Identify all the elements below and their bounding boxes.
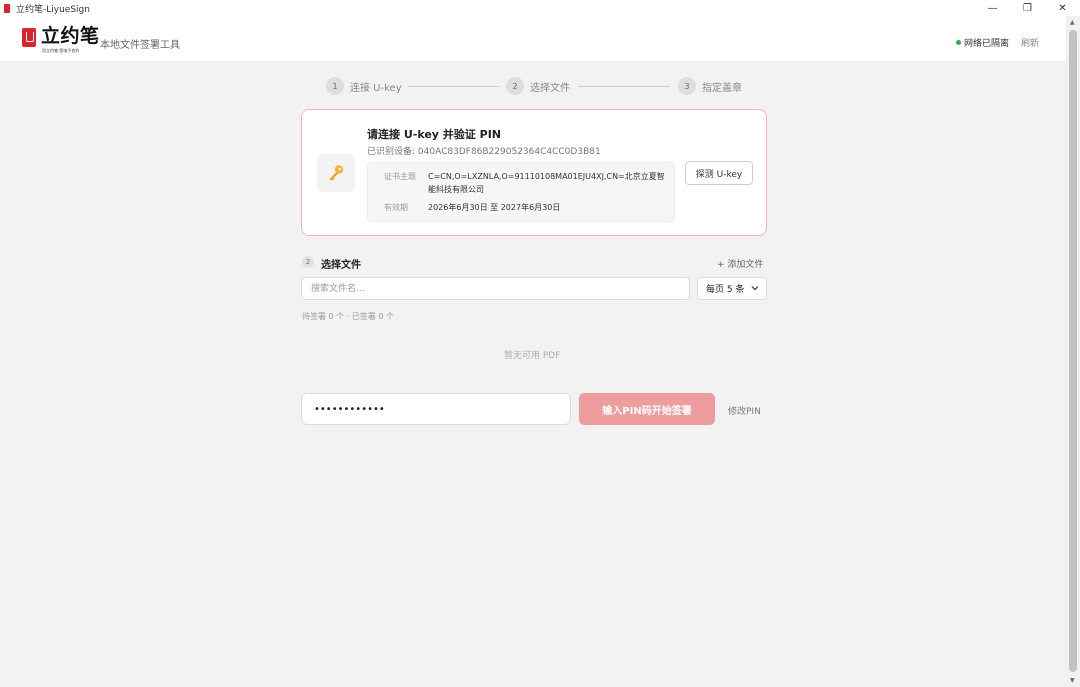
- close-button[interactable]: ✕: [1045, 0, 1080, 16]
- logo-text: 立约笔: [41, 25, 100, 47]
- change-pin-link[interactable]: 修改PIN: [728, 404, 761, 417]
- step-label: 连接 U-key: [350, 82, 402, 94]
- step-number: 3: [678, 77, 696, 95]
- sign-counts: 待签署 0 个 · 已签署 0 个: [302, 312, 394, 321]
- scroll-down-icon[interactable]: ▼: [1070, 677, 1075, 684]
- cert-subject-row: 证书主题 C=CN,O=LXZNLA,O=91110108MA01EJU4XJ,…: [384, 170, 668, 196]
- step-place-stamp: 3 指定盖章: [678, 77, 742, 95]
- page-size-select[interactable]: 每页 5 条: [697, 277, 767, 300]
- start-sign-button[interactable]: 输入PIN码开始签署: [579, 393, 715, 425]
- app-icon: [4, 3, 10, 13]
- detected-device: 已识别设备: 040AC83DF86B229052364C4CC0D3B81: [367, 144, 601, 157]
- step-number: 2: [506, 77, 524, 95]
- add-file-button[interactable]: + 添加文件: [717, 257, 763, 270]
- window-title: 立约笔-LiyueSign: [16, 4, 90, 15]
- device-label: 已识别设备:: [367, 147, 416, 157]
- vertical-scrollbar[interactable]: ▲ ▼: [1066, 16, 1080, 687]
- step-label: 指定盖章: [702, 82, 742, 94]
- window-titlebar: 立约笔-LiyueSign — ❐ ✕: [0, 0, 1080, 16]
- step-number: 1: [326, 77, 344, 95]
- step-label: 选择文件: [530, 82, 570, 94]
- ukey-card: 请连接 U-key 并验证 PIN 已识别设备: 040AC83DF86B229…: [301, 109, 767, 236]
- minimize-button[interactable]: —: [975, 0, 1010, 16]
- card-title: 请连接 U-key 并验证 PIN: [367, 128, 501, 141]
- scroll-up-icon[interactable]: ▲: [1070, 19, 1075, 26]
- step-connect-ukey: 1 连接 U-key: [326, 77, 402, 95]
- empty-state: 暂无可用 PDF: [504, 351, 561, 361]
- section-title: 选择文件: [321, 260, 361, 271]
- section-number: 2: [302, 256, 314, 268]
- step-connector: [578, 86, 670, 87]
- network-status: 网络已隔离: [964, 39, 1010, 49]
- chevron-down-icon: [751, 286, 759, 291]
- cert-subject-value: C=CN,O=LXZNLA,O=91110108MA01EJU4XJ,CN=北京…: [428, 172, 665, 194]
- app-subtitle: 本地文件签署工具: [100, 40, 180, 51]
- certificate-info: 证书主题 C=CN,O=LXZNLA,O=91110108MA01EJU4XJ,…: [367, 162, 675, 222]
- page-size-value: 每页 5 条: [706, 285, 745, 295]
- main-content: 1 连接 U-key 2 选择文件 3 指定盖章 请连接 U-key 并验证 P…: [6, 61, 1062, 687]
- step-select-file: 2 选择文件: [506, 77, 570, 95]
- app-header: 立约笔 用立约笔·签电子合约 本地文件签署工具 网络已隔离 刷新: [0, 16, 1066, 61]
- cert-validity-label: 有效期: [384, 203, 408, 212]
- device-id: 040AC83DF86B229052364C4CC0D3B81: [417, 147, 601, 157]
- refresh-button[interactable]: 刷新: [1021, 36, 1039, 49]
- probe-ukey-button[interactable]: 探测 U-key: [685, 161, 753, 185]
- restore-button[interactable]: ❐: [1010, 0, 1045, 16]
- cert-validity-value: 2026年6月30日 至 2027年6月30日: [428, 203, 561, 212]
- logo-badge-icon: [22, 28, 36, 47]
- network-status-dot-icon: [956, 40, 961, 45]
- cert-subject-label: 证书主题: [384, 172, 416, 181]
- cert-validity-row: 有效期 2026年6月30日 至 2027年6月30日: [384, 201, 668, 214]
- logo-tagline: 用立约笔·签电子合约: [42, 48, 80, 53]
- pin-input[interactable]: [301, 393, 571, 425]
- scrollbar-thumb[interactable]: [1069, 30, 1077, 672]
- window-controls: — ❐ ✕: [975, 0, 1080, 16]
- key-icon: [317, 154, 355, 192]
- file-search-input[interactable]: [301, 277, 690, 300]
- step-connector: [408, 86, 500, 87]
